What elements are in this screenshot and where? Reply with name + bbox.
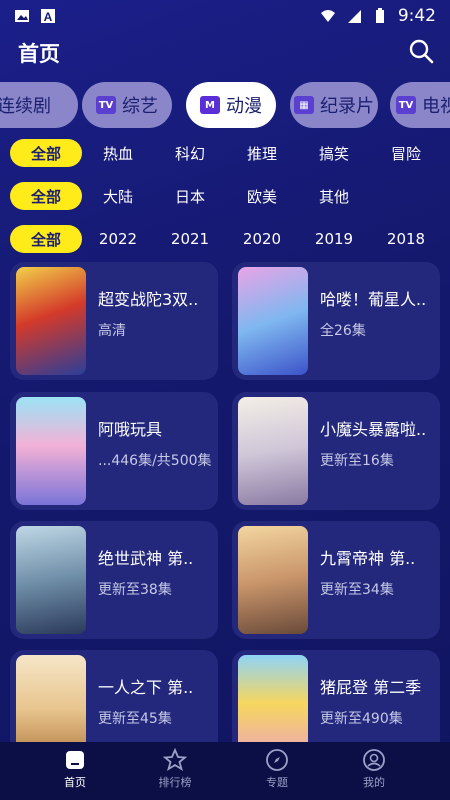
genre-filter: 全部 热血 科幻 推理 搞笑 冒险 (0, 139, 450, 169)
battery-icon (375, 8, 384, 23)
poster-image (16, 267, 86, 375)
card-subtitle: 更新至34集 (320, 582, 394, 598)
tab-label: 电视 (422, 96, 450, 117)
region-filter: 全部 大陆 日本 欧美 其他 (0, 182, 450, 212)
tab-tv[interactable]: TV 电视 (390, 82, 450, 128)
card-title: 超变战陀3双.. (98, 290, 199, 309)
card-subtitle: 更新至38集 (98, 582, 172, 598)
compass-icon (266, 749, 288, 771)
star-icon (163, 748, 187, 771)
nav-label: 专题 (266, 776, 288, 789)
signal-icon (347, 10, 361, 23)
card-subtitle: 高清 (98, 323, 126, 339)
filter-genre-item[interactable]: 搞笑 (298, 139, 370, 167)
tab-series[interactable]: 连续剧 (0, 82, 78, 128)
svg-text:A: A (44, 10, 53, 24)
year-filter: 全部 2022 2021 2020 2019 2018 (0, 225, 450, 255)
nav-label: 排行榜 (158, 776, 192, 789)
filter-year-item[interactable]: 2022 (82, 225, 154, 253)
filter-genre-item[interactable]: 科幻 (154, 139, 226, 167)
filter-region-item[interactable]: 大陆 (82, 182, 154, 210)
content-card[interactable]: 小魔头暴露啦.. 更新至16集 (232, 392, 440, 510)
nav-ranking[interactable]: 排行榜 (135, 748, 215, 790)
card-subtitle: 更新至16集 (320, 453, 394, 469)
filter-region-item[interactable]: 日本 (154, 182, 226, 210)
filter-region-all[interactable]: 全部 (10, 182, 82, 210)
tab-label: 动漫 (226, 96, 262, 117)
tab-documentary[interactable]: ▦ 纪录片 (290, 82, 378, 128)
card-title: 绝世武神 第.. (98, 549, 194, 568)
content-card[interactable]: 绝世武神 第.. 更新至38集 (10, 521, 218, 639)
filter-genre-item[interactable]: 推理 (226, 139, 298, 167)
filter-year-item[interactable]: 2020 (226, 225, 298, 253)
tv-icon: TV (396, 96, 416, 114)
nav-profile[interactable]: 我的 (334, 748, 414, 790)
home-icon (66, 751, 84, 769)
status-bar: A 9:42 (0, 0, 450, 32)
category-tabs: 连续剧 TV 综艺 M 动漫 ▦ 纪录片 TV 电视 (0, 82, 450, 130)
card-subtitle: ...446集/共500集 (98, 453, 212, 469)
nav-label: 我的 (363, 776, 385, 789)
anime-icon: M (200, 96, 220, 114)
content-card[interactable]: 哈喽！葡星人.. 全26集 (232, 262, 440, 380)
card-title: 猪屁登 第二季 (320, 678, 422, 697)
nav-topics[interactable]: 专题 (237, 748, 317, 790)
card-title: 小魔头暴露啦.. (320, 420, 427, 439)
filter-region-item[interactable]: 欧美 (226, 182, 298, 210)
profile-icon (363, 749, 385, 771)
card-title: 哈喽！葡星人.. (320, 290, 427, 309)
font-icon: A (41, 9, 55, 24)
poster-image (16, 526, 86, 634)
film-icon: ▦ (294, 96, 314, 114)
tv-icon: TV (96, 96, 116, 114)
poster-image (238, 526, 308, 634)
filter-year-item[interactable]: 2019 (298, 225, 370, 253)
filter-genre-item[interactable]: 冒险 (370, 139, 442, 167)
card-subtitle: 全26集 (320, 323, 366, 339)
app-header: 首页 (0, 34, 450, 70)
tab-anime[interactable]: M 动漫 (186, 82, 276, 128)
nav-home[interactable]: 首页 (35, 748, 115, 790)
image-icon (15, 10, 29, 22)
card-subtitle: 更新至490集 (320, 711, 403, 727)
tab-variety[interactable]: TV 综艺 (82, 82, 172, 128)
poster-image (238, 267, 308, 375)
wifi-icon (320, 10, 335, 22)
content-card[interactable]: 九霄帝神 第.. 更新至34集 (232, 521, 440, 639)
nav-label: 首页 (64, 776, 86, 789)
search-icon[interactable] (408, 38, 434, 64)
tab-label: 纪录片 (320, 96, 374, 117)
tab-label: 连续剧 (0, 96, 51, 117)
filter-year-all[interactable]: 全部 (10, 225, 82, 253)
poster-image (16, 397, 86, 505)
content-card[interactable]: 阿哦玩具 ...446集/共500集 (10, 392, 218, 510)
content-card[interactable]: 超变战陀3双.. 高清 (10, 262, 218, 380)
filter-year-item[interactable]: 2021 (154, 225, 226, 253)
poster-image (238, 397, 308, 505)
status-time: 9:42 (397, 6, 436, 26)
filter-genre-all[interactable]: 全部 (10, 139, 82, 167)
filter-region-item[interactable]: 其他 (298, 182, 370, 210)
card-title: 一人之下 第.. (98, 678, 194, 697)
filter-genre-item[interactable]: 热血 (82, 139, 154, 167)
bottom-nav: 首页 排行榜 专题 我的 (0, 742, 450, 800)
card-title: 阿哦玩具 (98, 420, 163, 439)
filter-year-item[interactable]: 2018 (370, 225, 442, 253)
page-title: 首页 (18, 42, 60, 66)
card-subtitle: 更新至45集 (98, 711, 172, 727)
tab-label: 综艺 (122, 96, 158, 117)
card-title: 九霄帝神 第.. (320, 549, 416, 568)
